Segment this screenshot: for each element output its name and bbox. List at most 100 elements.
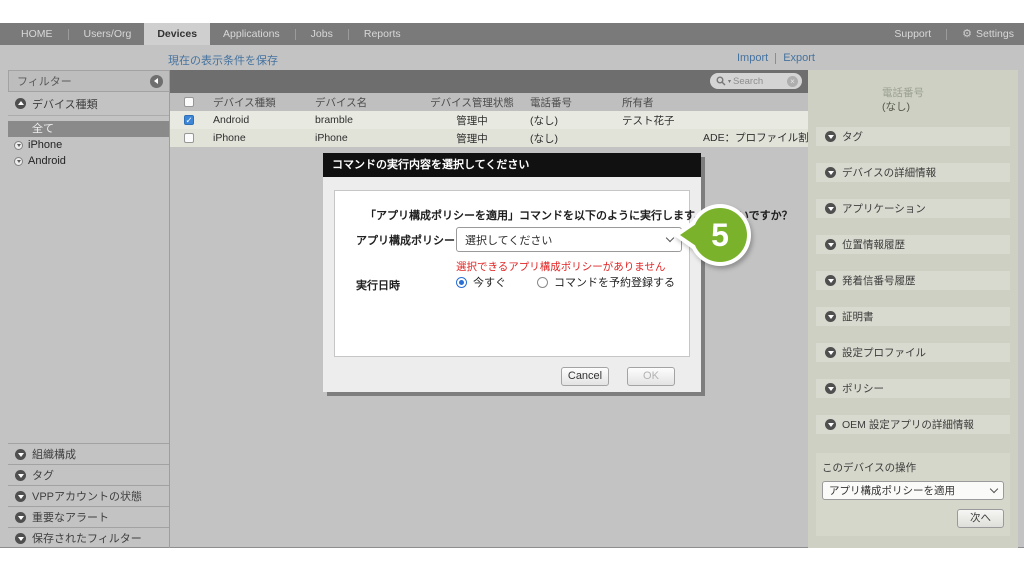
chevron-down-icon (825, 419, 836, 430)
panel-section-label: タグ (842, 131, 863, 143)
sidebar-section-alerts[interactable]: 重要なアラート (8, 506, 169, 527)
panel-section-device-details[interactable]: デバイスの詳細情報 (816, 163, 1010, 182)
nav-support-link[interactable]: Support (881, 23, 944, 45)
table-row[interactable]: Android bramble 管理中 (なし) テスト花子 (170, 111, 808, 129)
panel-section-certificates[interactable]: 証明書 (816, 307, 1010, 326)
row-checkbox[interactable] (184, 133, 194, 143)
table-row[interactable]: iPhone iPhone 管理中 (なし) ADE：プロファイル割 (170, 129, 808, 147)
chevron-down-icon (15, 532, 26, 544)
import-export-links: Import Export (737, 52, 815, 64)
panel-section-oem-settings[interactable]: OEM 設定アプリの詳細情報 (816, 415, 1010, 434)
sidebar-section-label: 重要なアラート (32, 512, 109, 524)
nav-tab-applications[interactable]: Applications (210, 23, 293, 45)
panel-section-label: 発着信番号履歴 (842, 275, 916, 287)
panel-section-label: 証明書 (842, 311, 874, 323)
search-icon (716, 76, 726, 86)
link-separator (775, 52, 777, 64)
nav-separator (67, 28, 69, 40)
operation-select[interactable]: アプリ構成ポリシーを適用 (822, 481, 1004, 500)
policy-select[interactable]: 選択してください (456, 227, 682, 252)
phone-number-label: 電話番号 (882, 87, 924, 99)
nav-tab-jobs[interactable]: Jobs (298, 23, 346, 45)
nav-tab-reports[interactable]: Reports (351, 23, 414, 45)
nav-settings-link[interactable]: ⚙ Settings (949, 23, 1014, 45)
radio-option-now[interactable]: 今すぐ (456, 274, 506, 290)
sidebar-section-label: VPPアカウントの状態 (32, 491, 143, 503)
option-label: Android (28, 155, 66, 167)
chevron-down-icon (15, 448, 26, 460)
nav-right-group: Support ⚙ Settings (881, 23, 1014, 45)
import-link[interactable]: Import (737, 52, 768, 64)
device-type-option-iphone[interactable]: iPhone (8, 137, 169, 153)
radio-label: コマンドを予約登録する (554, 277, 675, 289)
chevron-down-icon (15, 490, 26, 502)
nav-tab-users-org[interactable]: Users/Org (71, 23, 145, 45)
policy-error-message: 選択できるアプリ構成ポリシーがありません (456, 261, 666, 273)
radio-selected-icon (456, 276, 467, 288)
table-header-row: デバイス種類 デバイス名 デバイス管理状態 電話番号 所有者 (170, 93, 808, 111)
schedule-field-label: 実行日時 (356, 280, 400, 292)
chevron-down-icon (825, 311, 836, 322)
sidebar-section-device-type[interactable]: デバイス種類 (8, 92, 169, 116)
cancel-button[interactable]: Cancel (561, 367, 609, 386)
device-type-option-android[interactable]: Android (8, 153, 169, 169)
modal-footer: Cancel OK (334, 357, 690, 392)
chevron-up-icon (15, 98, 26, 109)
radio-option-reserve[interactable]: コマンドを予約登録する (537, 274, 675, 290)
panel-section-label: デバイスの詳細情報 (842, 167, 937, 179)
chevron-down-icon (15, 469, 26, 481)
sidebar-section-tags[interactable]: タグ (8, 464, 169, 485)
cell-ade-status: ADE：プロファイル割 (703, 132, 808, 144)
sidebar-section-label: デバイス種類 (32, 98, 98, 111)
search-clear-icon[interactable]: × (787, 75, 798, 87)
sidebar-section-org[interactable]: 組織構成 (8, 443, 169, 464)
column-header-device-name[interactable]: デバイス名 (310, 95, 422, 110)
cell-device-type: iPhone (213, 132, 246, 144)
save-current-view-link[interactable]: 現在の表示条件を保存 (168, 52, 278, 68)
modal-body: 「アプリ構成ポリシーを適用」コマンドを以下のように実行します。よろしいですか？ … (323, 177, 793, 392)
search-input[interactable] (733, 75, 785, 87)
annotation-badge-5: 5 (673, 204, 751, 266)
column-header-device-type[interactable]: デバイス種類 (208, 95, 310, 110)
chevron-down-icon (825, 203, 836, 214)
column-header-owner[interactable]: 所有者 (617, 95, 732, 110)
panel-section-policy[interactable]: ポリシー (816, 379, 1010, 398)
nav-separator (347, 28, 349, 40)
panel-section-tags[interactable]: タグ (816, 127, 1010, 146)
search-box[interactable]: ▾ × (710, 73, 802, 89)
column-header-phone[interactable]: 電話番号 (522, 95, 617, 110)
select-all-checkbox[interactable] (184, 97, 194, 107)
option-bullet-icon (14, 140, 23, 150)
panel-section-label: 位置情報履歴 (842, 239, 905, 251)
radio-label: 今すぐ (473, 277, 506, 289)
panel-section-applications[interactable]: アプリケーション (816, 199, 1010, 218)
operations-title: このデバイスの操作 (822, 462, 917, 474)
column-header-mgmt-status[interactable]: デバイス管理状態 (422, 95, 522, 110)
sidebar-section-label: 保存されたフィルター (32, 533, 142, 545)
ok-button-disabled[interactable]: OK (627, 367, 675, 386)
export-link[interactable]: Export (783, 52, 815, 64)
panel-section-config-profile[interactable]: 設定プロファイル (816, 343, 1010, 362)
collapse-sidebar-icon[interactable] (150, 74, 163, 88)
schedule-radio-group: 今すぐ コマンドを予約登録する (456, 274, 675, 290)
cell-phone: (なし) (530, 132, 558, 145)
nav-tab-home[interactable]: HOME (8, 23, 66, 45)
badge-number: 5 (711, 217, 729, 253)
cell-device-name: bramble (315, 114, 353, 126)
radio-unselected-icon (537, 276, 548, 288)
chevron-down-icon (825, 383, 836, 394)
device-operations-box: このデバイスの操作 アプリ構成ポリシーを適用 次へ (816, 453, 1010, 536)
option-label: iPhone (28, 139, 63, 151)
search-scope-caret-icon[interactable]: ▾ (728, 78, 731, 85)
panel-section-call-history[interactable]: 発着信番号履歴 (816, 271, 1010, 290)
row-checkbox[interactable] (184, 115, 194, 125)
next-button[interactable]: 次へ (957, 509, 1004, 528)
sidebar-section-saved-filters[interactable]: 保存されたフィルター (8, 527, 169, 548)
nav-tab-devices[interactable]: Devices (144, 23, 211, 45)
sidebar-section-vpp[interactable]: VPPアカウントの状態 (8, 485, 169, 506)
panel-section-label: OEM 設定アプリの詳細情報 (842, 419, 974, 431)
phone-info-block: 電話番号 (なし) (882, 86, 1018, 114)
modal-form-area: 「アプリ構成ポリシーを適用」コマンドを以下のように実行します。よろしいですか？ … (334, 190, 793, 357)
device-type-option-all[interactable]: 全て (8, 121, 169, 137)
panel-section-location-history[interactable]: 位置情報履歴 (816, 235, 1010, 254)
